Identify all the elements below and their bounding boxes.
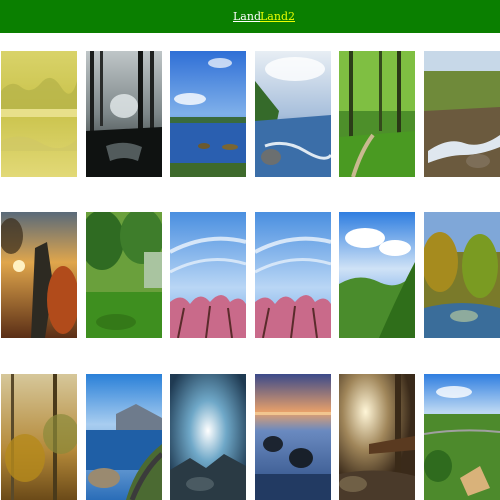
gallery-image-sunset-sea[interactable] [255, 374, 331, 500]
landscape-thumbnail [255, 212, 331, 338]
landscape-thumbnail [255, 374, 331, 500]
gallery-image-forest-bridge[interactable] [339, 374, 415, 500]
landscape-thumbnail [1, 212, 77, 338]
image-gallery [0, 0, 500, 500]
landscape-thumbnail [339, 212, 415, 338]
landscape-thumbnail [1, 51, 77, 177]
gallery-image-autumn-sunset[interactable] [1, 212, 77, 338]
landscape-thumbnail [424, 212, 500, 338]
landscape-thumbnail [339, 51, 415, 177]
gallery-image-countryside[interactable] [424, 374, 500, 500]
landscape-thumbnail [339, 374, 415, 500]
gallery-image-foggy-forest[interactable] [1, 374, 77, 500]
landscape-thumbnail [170, 212, 246, 338]
gallery-image-pink-blossoms-duplicate[interactable] [255, 212, 331, 338]
landscape-thumbnail [255, 51, 331, 177]
landscape-thumbnail [170, 374, 246, 500]
gallery-image-park-lawn[interactable] [86, 212, 162, 338]
landscape-thumbnail [424, 374, 500, 500]
gallery-image-dark-pond[interactable] [86, 51, 162, 177]
gallery-image-forest-path[interactable] [339, 51, 415, 177]
gallery-image-dramatic-clouds[interactable] [170, 374, 246, 500]
landscape-thumbnail [1, 374, 77, 500]
gallery-image-cloudy-coast[interactable] [255, 51, 331, 177]
gallery-image-blue-lake[interactable] [170, 51, 246, 177]
gallery-image-green-hills[interactable] [339, 212, 415, 338]
landscape-thumbnail [86, 51, 162, 177]
gallery-image-autumn-river[interactable] [424, 212, 500, 338]
gallery-image-coastal-road[interactable] [86, 374, 162, 500]
gallery-image-mountain-stream[interactable] [424, 51, 500, 177]
gallery-image-pink-blossoms[interactable] [170, 212, 246, 338]
landscape-thumbnail [86, 374, 162, 500]
landscape-thumbnail [86, 212, 162, 338]
gallery-image-misty-field[interactable] [1, 51, 77, 177]
landscape-thumbnail [170, 51, 246, 177]
landscape-thumbnail [424, 51, 500, 177]
